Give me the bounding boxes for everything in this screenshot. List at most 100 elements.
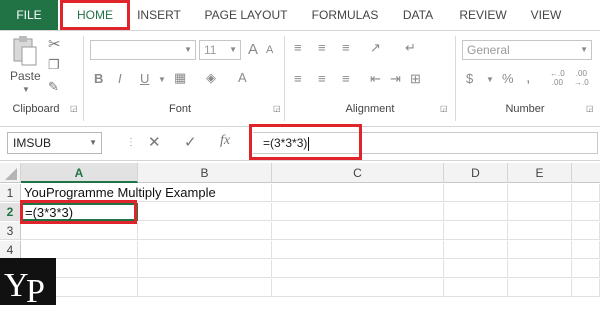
currency-button[interactable]: $	[466, 71, 473, 86]
column-header-a[interactable]: A	[21, 163, 138, 183]
cell-e2[interactable]	[508, 203, 572, 221]
cell-e3[interactable]	[508, 222, 572, 240]
font-size-combo[interactable]: 11 ▼	[199, 40, 241, 60]
cell-d1[interactable]	[444, 184, 508, 202]
cell-b6[interactable]	[138, 279, 272, 297]
orientation-icon[interactable]: ↗	[370, 40, 381, 56]
grow-font-label: A	[248, 41, 259, 58]
select-all-corner[interactable]	[0, 163, 21, 183]
paste-dropdown-icon[interactable]: ▼	[22, 85, 30, 94]
underline-button[interactable]: U	[140, 71, 149, 86]
youprogramme-logo: Y P	[0, 258, 56, 310]
cell-c1[interactable]	[272, 184, 444, 202]
drag-handle-icon[interactable]: ⋮	[126, 137, 136, 148]
chevron-down-icon[interactable]: ▼	[89, 133, 97, 153]
cell-c6[interactable]	[272, 279, 444, 297]
number-format-combo[interactable]: General ▼	[462, 40, 592, 60]
cell-f1[interactable]	[572, 184, 600, 202]
comma-button[interactable]: ,	[526, 69, 530, 87]
clipboard-launcher-icon[interactable]: ◲	[70, 105, 78, 113]
align-left-icon[interactable]: ≡	[294, 71, 302, 86]
cell-d6[interactable]	[444, 279, 508, 297]
paste-icon[interactable]	[10, 35, 38, 66]
tab-formulas[interactable]: FORMULAS	[305, 0, 385, 30]
tab-file[interactable]: FILE	[0, 0, 58, 30]
copy-icon[interactable]: ❐	[48, 57, 60, 73]
cell-d4[interactable]	[444, 241, 508, 259]
align-top-icon[interactable]: ≡	[294, 40, 302, 55]
cell-d3[interactable]	[444, 222, 508, 240]
cell-f6[interactable]	[572, 279, 600, 297]
column-header-c[interactable]: C	[272, 163, 444, 183]
cell-f2[interactable]	[572, 203, 600, 221]
cell-b3[interactable]	[138, 222, 272, 240]
grow-font-button[interactable]: A	[248, 41, 258, 58]
align-right-icon[interactable]: ≡	[342, 71, 350, 86]
cell-b5[interactable]	[138, 260, 272, 278]
tab-review[interactable]: REVIEW	[452, 0, 514, 30]
cut-icon[interactable]: ✂	[48, 35, 61, 53]
column-header-b[interactable]: B	[138, 163, 272, 183]
wrap-text-icon[interactable]: ↵	[405, 40, 416, 56]
cell-d5[interactable]	[444, 260, 508, 278]
row-header-4[interactable]: 4	[0, 241, 21, 259]
column-header-e[interactable]: E	[508, 163, 572, 183]
cell-b4[interactable]	[138, 241, 272, 259]
cell-c2[interactable]	[272, 203, 444, 221]
tab-view[interactable]: VIEW	[522, 0, 570, 30]
formula-highlight	[249, 124, 362, 160]
tab-insert[interactable]: INSERT	[130, 0, 188, 30]
font-launcher-icon[interactable]: ◲	[273, 105, 281, 113]
row-header-1[interactable]: 1	[0, 184, 21, 202]
cell-a4[interactable]	[21, 241, 138, 259]
fill-color-icon[interactable]: ◈	[206, 70, 216, 86]
align-bottom-icon[interactable]: ≡	[342, 40, 350, 55]
currency-dropdown-icon[interactable]: ▼	[486, 75, 494, 84]
cell-b2[interactable]	[138, 203, 272, 221]
cancel-entry-icon[interactable]: ✕	[148, 133, 161, 151]
font-color-icon[interactable]: A	[238, 70, 247, 85]
cell-a3[interactable]	[21, 222, 138, 240]
cell-f4[interactable]	[572, 241, 600, 259]
tab-data[interactable]: DATA	[392, 0, 444, 30]
cell-d2[interactable]	[444, 203, 508, 221]
indent-decrease-icon[interactable]: ⇤	[370, 71, 381, 87]
column-header-f[interactable]	[572, 163, 600, 183]
merge-center-icon[interactable]: ⊞	[410, 71, 421, 87]
borders-icon[interactable]: ▦	[174, 70, 186, 86]
alignment-launcher-icon[interactable]: ◲	[440, 105, 448, 113]
format-painter-icon[interactable]: ✎	[48, 79, 59, 95]
cell-e1[interactable]	[508, 184, 572, 202]
cell-c3[interactable]	[272, 222, 444, 240]
column-header-d[interactable]: D	[444, 163, 508, 183]
italic-button[interactable]: I	[118, 71, 122, 86]
insert-function-icon[interactable]: fx	[220, 133, 230, 149]
font-name-combo[interactable]: ▼	[90, 40, 196, 60]
align-middle-icon[interactable]: ≡	[318, 40, 326, 55]
underline-dropdown-icon[interactable]: ▼	[158, 75, 166, 84]
cell-f3[interactable]	[572, 222, 600, 240]
group-divider	[83, 36, 84, 121]
bold-button[interactable]: B	[94, 71, 103, 86]
paste-button-label[interactable]: Paste	[10, 69, 41, 83]
decrease-decimal-icon[interactable]: .00 →.0	[574, 69, 589, 87]
shrink-font-button[interactable]: A	[266, 44, 273, 56]
percent-button[interactable]: %	[502, 71, 514, 86]
cell-e5[interactable]	[508, 260, 572, 278]
indent-increase-icon[interactable]: ⇥	[390, 71, 401, 87]
cell-e4[interactable]	[508, 241, 572, 259]
worksheet-grid[interactable]: A B C D E 1 2 3 4 5 6 YouProgramme Multi…	[0, 163, 600, 305]
number-launcher-icon[interactable]: ◲	[586, 105, 594, 113]
enter-entry-icon[interactable]: ✓	[184, 133, 197, 151]
tab-page-layout[interactable]: PAGE LAYOUT	[198, 0, 294, 30]
cell-f5[interactable]	[572, 260, 600, 278]
cell-e6[interactable]	[508, 279, 572, 297]
align-center-icon[interactable]: ≡	[318, 71, 326, 86]
cell-b1[interactable]	[138, 184, 272, 202]
name-box[interactable]: IMSUB ▼	[7, 132, 102, 154]
increase-decimal-icon[interactable]: ←.0.00	[550, 69, 565, 87]
cell-c5[interactable]	[272, 260, 444, 278]
row-header-3[interactable]: 3	[0, 222, 21, 240]
cell-c4[interactable]	[272, 241, 444, 259]
row-header-2[interactable]: 2	[0, 203, 21, 221]
